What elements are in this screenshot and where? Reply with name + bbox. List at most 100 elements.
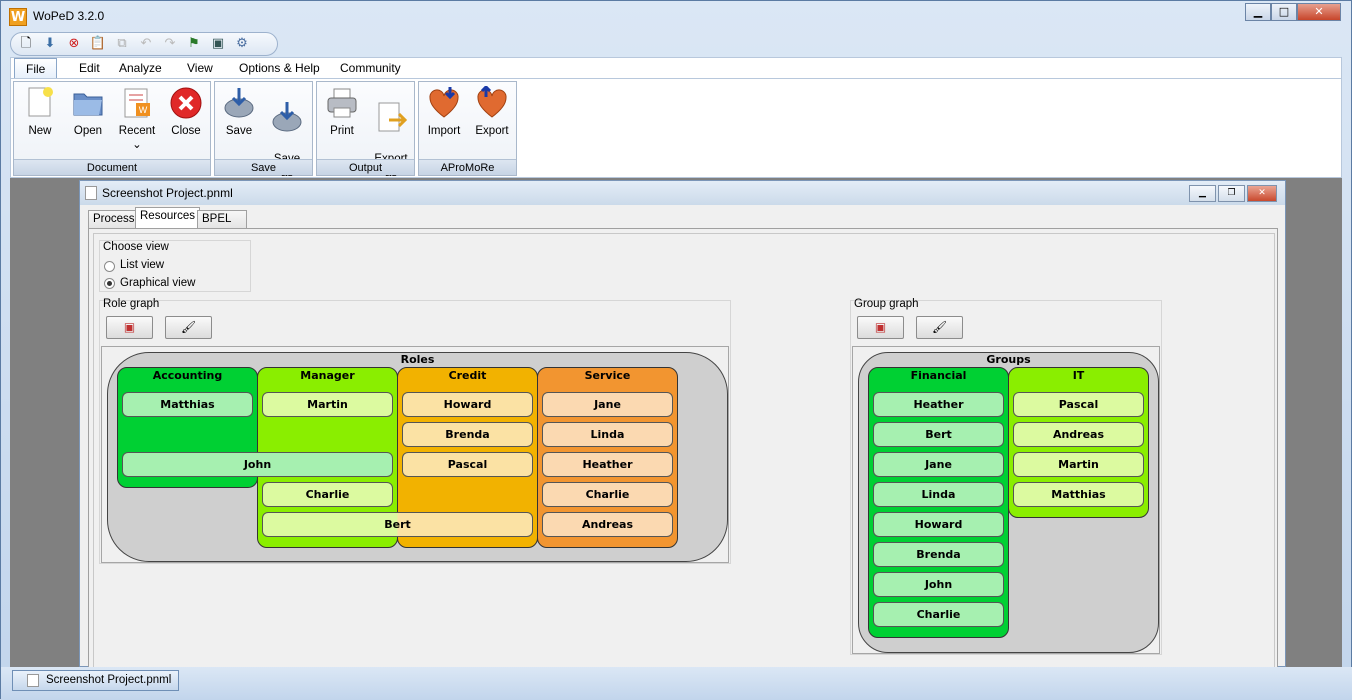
group-member[interactable]: Martin	[1013, 452, 1144, 477]
group-member[interactable]: Pascal	[1013, 392, 1144, 417]
quick-access-toolbar: 🗋 ⬇ ⊗ 📋 ⧉ ↶ ↷ ⚑ ▣ ⚙	[10, 32, 278, 56]
role-member[interactable]: Jane	[542, 392, 673, 417]
tab-process[interactable]: Process	[88, 210, 140, 229]
role-member[interactable]: John	[122, 452, 393, 477]
close-icon[interactable]: ⊗	[63, 34, 85, 54]
group-member[interactable]: Linda	[873, 482, 1004, 507]
print-button[interactable]: Print	[318, 86, 366, 138]
group-member[interactable]: Jane	[873, 452, 1004, 477]
group-member[interactable]: Howard	[873, 512, 1004, 537]
role-member[interactable]: Heather	[542, 452, 673, 477]
graphical-view-label[interactable]: Graphical view	[120, 277, 195, 289]
document-window-controls: ▁ ❐ ✕	[1189, 185, 1277, 202]
menu-community[interactable]: Community	[332, 58, 409, 80]
role-edit-button[interactable]: 🖌	[165, 316, 212, 339]
restore-icon[interactable]: ❐	[1218, 185, 1245, 202]
document-icon	[85, 186, 97, 200]
group-graph-legend: Group graph	[854, 298, 919, 310]
role-member[interactable]: Martin	[262, 392, 393, 417]
brush-icon: 🖌	[931, 320, 948, 334]
brush-icon: 🖌	[180, 320, 197, 334]
export-icon	[375, 100, 408, 134]
group-member[interactable]: Heather	[873, 392, 1004, 417]
menu-view[interactable]: View	[179, 58, 221, 80]
ribbon-group-label: Output	[317, 159, 414, 175]
role-member[interactable]: Matthias	[122, 392, 253, 417]
copy-icon[interactable]: ⧉	[111, 34, 133, 54]
recent-icon: W	[121, 86, 153, 120]
close-icon[interactable]: ✕	[1297, 3, 1341, 21]
ribbon-group-label: AProMoRe	[419, 159, 516, 175]
group-edit-button[interactable]: 🖌	[916, 316, 963, 339]
minimize-icon[interactable]: ▁	[1189, 185, 1216, 202]
chevron-down-icon: ⌄	[132, 139, 142, 151]
app-logo-icon: W	[9, 8, 27, 26]
role-member[interactable]: Pascal	[402, 452, 533, 477]
tab-resources[interactable]: Resources	[135, 207, 200, 229]
group-member[interactable]: Brenda	[873, 542, 1004, 567]
window-controls: ▁ □ ✕	[1245, 3, 1341, 23]
taskbar-document-button[interactable]: Screenshot Project.pnml	[12, 670, 179, 691]
minimize-icon[interactable]: ▁	[1245, 3, 1271, 21]
apromore-export-button[interactable]: Export	[468, 84, 516, 138]
menu-file[interactable]: File	[14, 58, 58, 80]
resources-content: Choose view List view Graphical view Rol…	[93, 233, 1275, 669]
status-bar: Screenshot Project.pnml	[1, 667, 1352, 700]
simulate-icon[interactable]: ⚑	[183, 34, 205, 54]
save-icon[interactable]: ⬇	[39, 34, 61, 54]
close-button[interactable]: Close	[162, 86, 210, 138]
menu-options-help[interactable]: Options & Help	[231, 58, 328, 80]
maximize-icon[interactable]: □	[1271, 3, 1297, 21]
image-icon[interactable]: ▣	[207, 34, 229, 54]
group-member[interactable]: Matthias	[1013, 482, 1144, 507]
group-save-image-button[interactable]: ▣	[857, 316, 904, 339]
floppy-icon: ▣	[123, 320, 136, 334]
ribbon-group-save: Save Save as Save	[214, 81, 313, 179]
folder-icon	[72, 86, 104, 120]
role-member[interactable]: Brenda	[402, 422, 533, 447]
recent-button[interactable]: W Recent ⌄	[113, 86, 161, 152]
list-view-radio[interactable]	[104, 261, 115, 272]
document-window: Screenshot Project.pnml ▁ ❐ ✕ Process Re…	[79, 180, 1286, 669]
tab-bpel-preview[interactable]: BPEL preview	[197, 210, 247, 242]
graphical-view-radio[interactable]	[104, 278, 115, 289]
new-button[interactable]: New	[16, 86, 64, 138]
svg-text:W: W	[139, 105, 148, 115]
paste-icon[interactable]: 📋	[87, 34, 109, 54]
close-icon[interactable]: ✕	[1247, 185, 1277, 202]
role-save-image-button[interactable]: ▣	[106, 316, 153, 339]
apromore-import-icon	[428, 86, 460, 120]
menu-analyze[interactable]: Analyze	[111, 58, 170, 80]
role-member[interactable]: Linda	[542, 422, 673, 447]
close-circle-icon	[170, 86, 202, 120]
role-member[interactable]: Howard	[402, 392, 533, 417]
group-member[interactable]: Charlie	[873, 602, 1004, 627]
role-graph-box: Role graph ▣ 🖌 Roles Accounting Manager …	[99, 298, 731, 564]
menu-edit[interactable]: Edit	[71, 58, 108, 80]
open-button[interactable]: Open	[64, 86, 112, 138]
undo-icon[interactable]: ↶	[135, 34, 157, 54]
window-title: WoPeD 3.2.0	[33, 9, 105, 23]
redo-icon[interactable]: ↷	[159, 34, 181, 54]
ribbon-group-apromore: Import Export AProMoRe	[418, 81, 517, 176]
role-member[interactable]: Andreas	[542, 512, 673, 537]
ribbon-group-document: New Open W Recent ⌄ Close Document	[13, 81, 211, 176]
role-member[interactable]: Charlie	[542, 482, 673, 507]
role-member[interactable]: Charlie	[262, 482, 393, 507]
save-button[interactable]: Save	[215, 86, 263, 138]
group-graph-canvas: Groups Financial IT Heather Bert Jane Li…	[852, 346, 1160, 654]
group-member[interactable]: Andreas	[1013, 422, 1144, 447]
apromore-import-button[interactable]: Import	[420, 86, 468, 138]
ribbon: New Open W Recent ⌄ Close Document Save	[10, 78, 1342, 179]
group-member[interactable]: John	[873, 572, 1004, 597]
save-icon	[223, 86, 255, 120]
role-member[interactable]: Bert	[262, 512, 533, 537]
list-view-label[interactable]: List view	[120, 259, 164, 271]
groups-title: Groups	[986, 353, 1031, 366]
save-as-icon	[271, 100, 303, 134]
group-member[interactable]: Bert	[873, 422, 1004, 447]
new-icon[interactable]: 🗋	[15, 34, 37, 54]
settings-icon[interactable]: ⚙	[231, 34, 253, 54]
document-icon	[27, 674, 39, 687]
document-title: Screenshot Project.pnml	[102, 186, 233, 200]
